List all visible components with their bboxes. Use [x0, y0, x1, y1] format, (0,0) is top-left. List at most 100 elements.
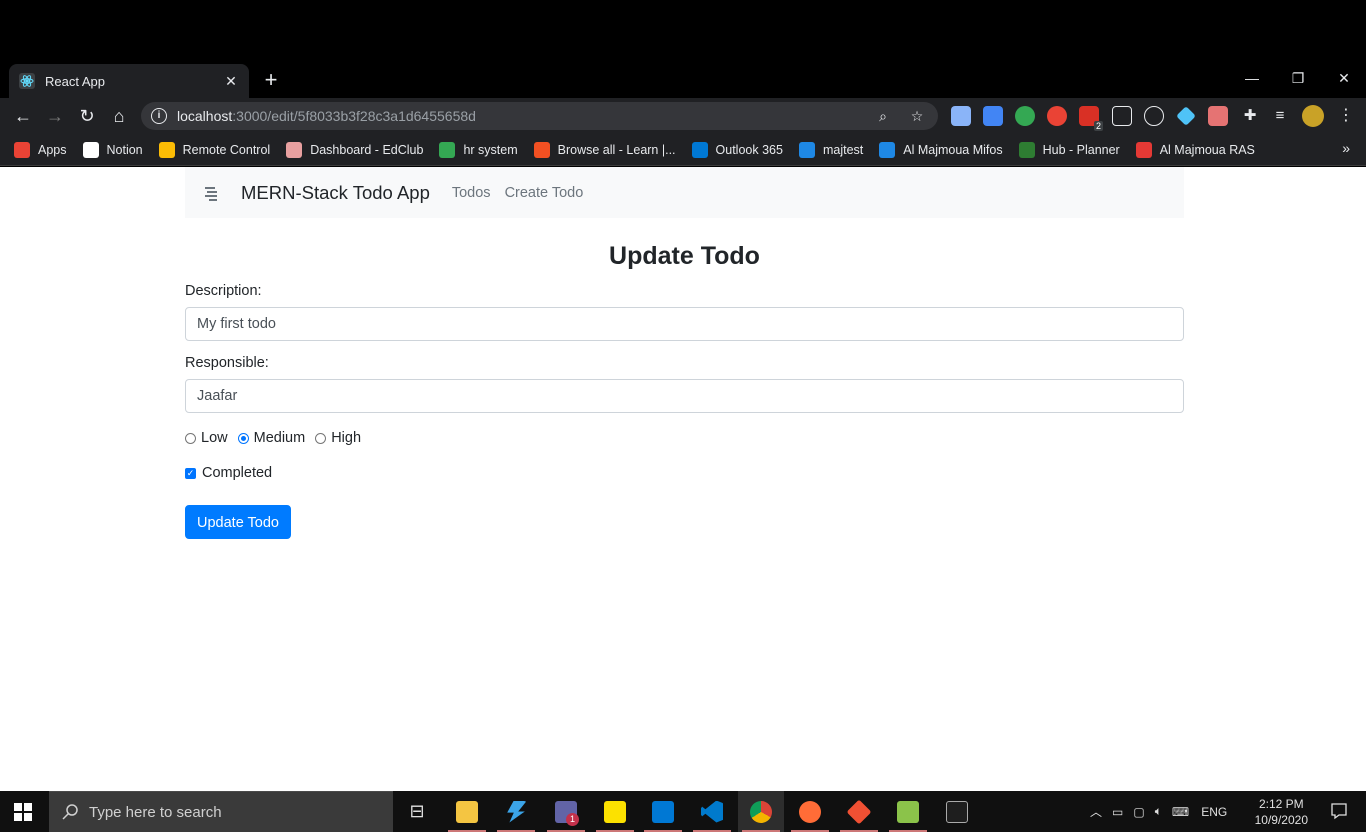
- responsible-input[interactable]: Jaafar: [185, 379, 1184, 413]
- priority-low-radio[interactable]: [185, 432, 196, 444]
- bookmark-item[interactable]: majtest: [798, 141, 863, 158]
- priority-high-radio[interactable]: [315, 432, 327, 444]
- browser-tab-react-app[interactable]: React App ✕: [9, 64, 249, 98]
- restore-window-icon[interactable]: ❐: [1275, 66, 1321, 90]
- app-navbar: MERN-Stack Todo App Todos Create Todo: [185, 167, 1184, 218]
- bookmark-item[interactable]: Hub - Planner: [1018, 141, 1120, 158]
- screenshot-extension-icon[interactable]: [1208, 106, 1228, 126]
- update-todo-button[interactable]: Update Todo: [185, 505, 291, 539]
- bookmark-item[interactable]: Browse all - Learn |...: [533, 141, 676, 158]
- bookmark-item[interactable]: Al Majmoua Mifos: [879, 141, 1003, 158]
- notification-center-icon[interactable]: [1330, 802, 1348, 820]
- adblock-icon[interactable]: [1047, 106, 1067, 126]
- app-container: MERN-Stack Todo App Todos Create Todo Up…: [185, 167, 1184, 539]
- bookmark-favicon-icon: [691, 141, 708, 158]
- file-explorer-icon[interactable]: [444, 791, 490, 832]
- forward-arrow-icon[interactable]: →: [43, 104, 67, 128]
- git-gui-icon[interactable]: [836, 791, 882, 832]
- bookmark-item[interactable]: Outlook 365: [691, 141, 783, 158]
- bookmark-favicon-icon: [286, 141, 303, 158]
- volume-icon[interactable]: 🔈︎: [1155, 804, 1162, 819]
- priority-high-label: High: [331, 430, 362, 446]
- extensions-puzzle-icon[interactable]: ✚: [1240, 106, 1260, 126]
- app-logo-icon[interactable]: [203, 184, 221, 202]
- nav-todos-link[interactable]: Todos: [452, 185, 491, 201]
- vscode-icon[interactable]: [689, 791, 735, 832]
- terminal-icon[interactable]: [934, 791, 980, 832]
- search-icon: [62, 804, 78, 820]
- browser-menu-icon[interactable]: ⋮: [1336, 106, 1356, 126]
- profile-avatar[interactable]: [1302, 105, 1324, 127]
- clock-time: 2:12 PM: [1258, 797, 1304, 811]
- chrome-icon[interactable]: [738, 791, 784, 832]
- close-tab-icon[interactable]: ✕: [223, 73, 239, 90]
- zoom-icon[interactable]: ⌕: [872, 105, 894, 127]
- windows-start-icon[interactable]: [14, 803, 32, 821]
- bookmark-label: Al Majmoua RAS: [1159, 142, 1255, 157]
- bookmark-item[interactable]: Apps: [14, 141, 67, 158]
- bookmark-label: Remote Control: [182, 142, 271, 157]
- bookmark-item[interactable]: Al Majmoua RAS: [1135, 141, 1255, 158]
- teams-icon[interactable]: 1: [543, 791, 589, 832]
- new-tab-button[interactable]: +: [258, 68, 284, 94]
- outlook-icon[interactable]: [640, 791, 686, 832]
- extension-icon[interactable]: [951, 106, 971, 126]
- sticky-notes-icon[interactable]: [592, 791, 638, 832]
- bookmark-favicon-icon: [82, 141, 99, 158]
- address-bar[interactable]: i localhost:3000/edit/5f8033b3f28c3a1d64…: [141, 102, 938, 130]
- bookmark-item[interactable]: Notion: [82, 141, 143, 158]
- bookmark-favicon-icon: [1135, 141, 1152, 158]
- priority-medium-option[interactable]: Medium: [237, 430, 305, 446]
- taskbar-clock[interactable]: 2:12 PM 10/9/2020: [1255, 796, 1308, 828]
- description-input[interactable]: My first todo: [185, 307, 1184, 341]
- keyboard-icon[interactable]: ⌨︎: [1172, 805, 1189, 819]
- close-window-icon[interactable]: ✕: [1321, 66, 1366, 90]
- notion-extension-icon[interactable]: [1112, 106, 1132, 126]
- tab-title: React App: [45, 73, 105, 89]
- priority-low-option[interactable]: Low: [185, 430, 228, 446]
- task-view-icon[interactable]: ⊟: [394, 791, 440, 832]
- completed-checkbox[interactable]: ✓: [185, 467, 196, 479]
- minimize-window-icon[interactable]: —: [1229, 66, 1275, 90]
- bookmark-favicon-icon: [798, 141, 815, 158]
- bookmarks-overflow-icon[interactable]: »: [1342, 140, 1350, 156]
- back-arrow-icon[interactable]: ←: [11, 104, 35, 128]
- bookmark-label: hr system: [463, 142, 518, 157]
- site-info-icon[interactable]: i: [151, 108, 167, 124]
- bookmark-label: Notion: [106, 142, 143, 157]
- globe-extension-icon[interactable]: [1015, 106, 1035, 126]
- pocket-icon[interactable]: [1144, 106, 1164, 126]
- bookmark-item[interactable]: Dashboard - EdClub: [286, 141, 423, 158]
- url-host: localhost: [177, 108, 233, 124]
- calendar-extension-icon[interactable]: 2: [1079, 106, 1103, 131]
- completed-label: Completed: [202, 465, 273, 481]
- bookmark-item[interactable]: hr system: [439, 141, 518, 158]
- extension-badge: 2: [1093, 121, 1103, 131]
- bookmark-favicon-icon: [158, 141, 175, 158]
- priority-medium-radio[interactable]: [237, 432, 249, 444]
- app-brand[interactable]: MERN-Stack Todo App: [241, 182, 430, 204]
- bookmark-favicon-icon: [879, 141, 896, 158]
- postman-icon[interactable]: [787, 791, 833, 832]
- media-queue-icon[interactable]: ≡: [1270, 106, 1290, 126]
- system-tray: ︿ ▭ ▢ 🔈︎ ⌨︎ ENG: [1090, 791, 1227, 832]
- bookmark-star-icon[interactable]: ☆: [906, 105, 928, 127]
- language-indicator[interactable]: ENG: [1201, 805, 1227, 819]
- power-automate-icon[interactable]: [493, 791, 539, 832]
- completed-option[interactable]: ✓ Completed: [185, 465, 1184, 481]
- taskbar-search-box[interactable]: Type here to search: [49, 791, 393, 832]
- priority-high-option[interactable]: High: [315, 430, 361, 446]
- google-translate-icon[interactable]: [983, 106, 1003, 126]
- bookmark-label: Al Majmoua Mifos: [903, 142, 1003, 157]
- react-logo-icon: [19, 73, 35, 89]
- bookmark-label: Browse all - Learn |...: [557, 142, 676, 157]
- windows-taskbar: Type here to search ⊟ 1 ︿ ▭ ▢ 🔈︎ ⌨︎ ENG …: [0, 791, 1366, 832]
- network-icon[interactable]: ▢: [1133, 805, 1144, 819]
- notepad-plus-icon[interactable]: [885, 791, 931, 832]
- nav-create-todo-link[interactable]: Create Todo: [505, 185, 584, 201]
- home-icon[interactable]: ⌂: [107, 104, 131, 128]
- show-hidden-icons-icon[interactable]: ︿: [1090, 803, 1102, 820]
- battery-icon[interactable]: ▭: [1112, 805, 1123, 819]
- bookmark-item[interactable]: Remote Control: [158, 141, 271, 158]
- reload-icon[interactable]: ↻: [75, 104, 99, 128]
